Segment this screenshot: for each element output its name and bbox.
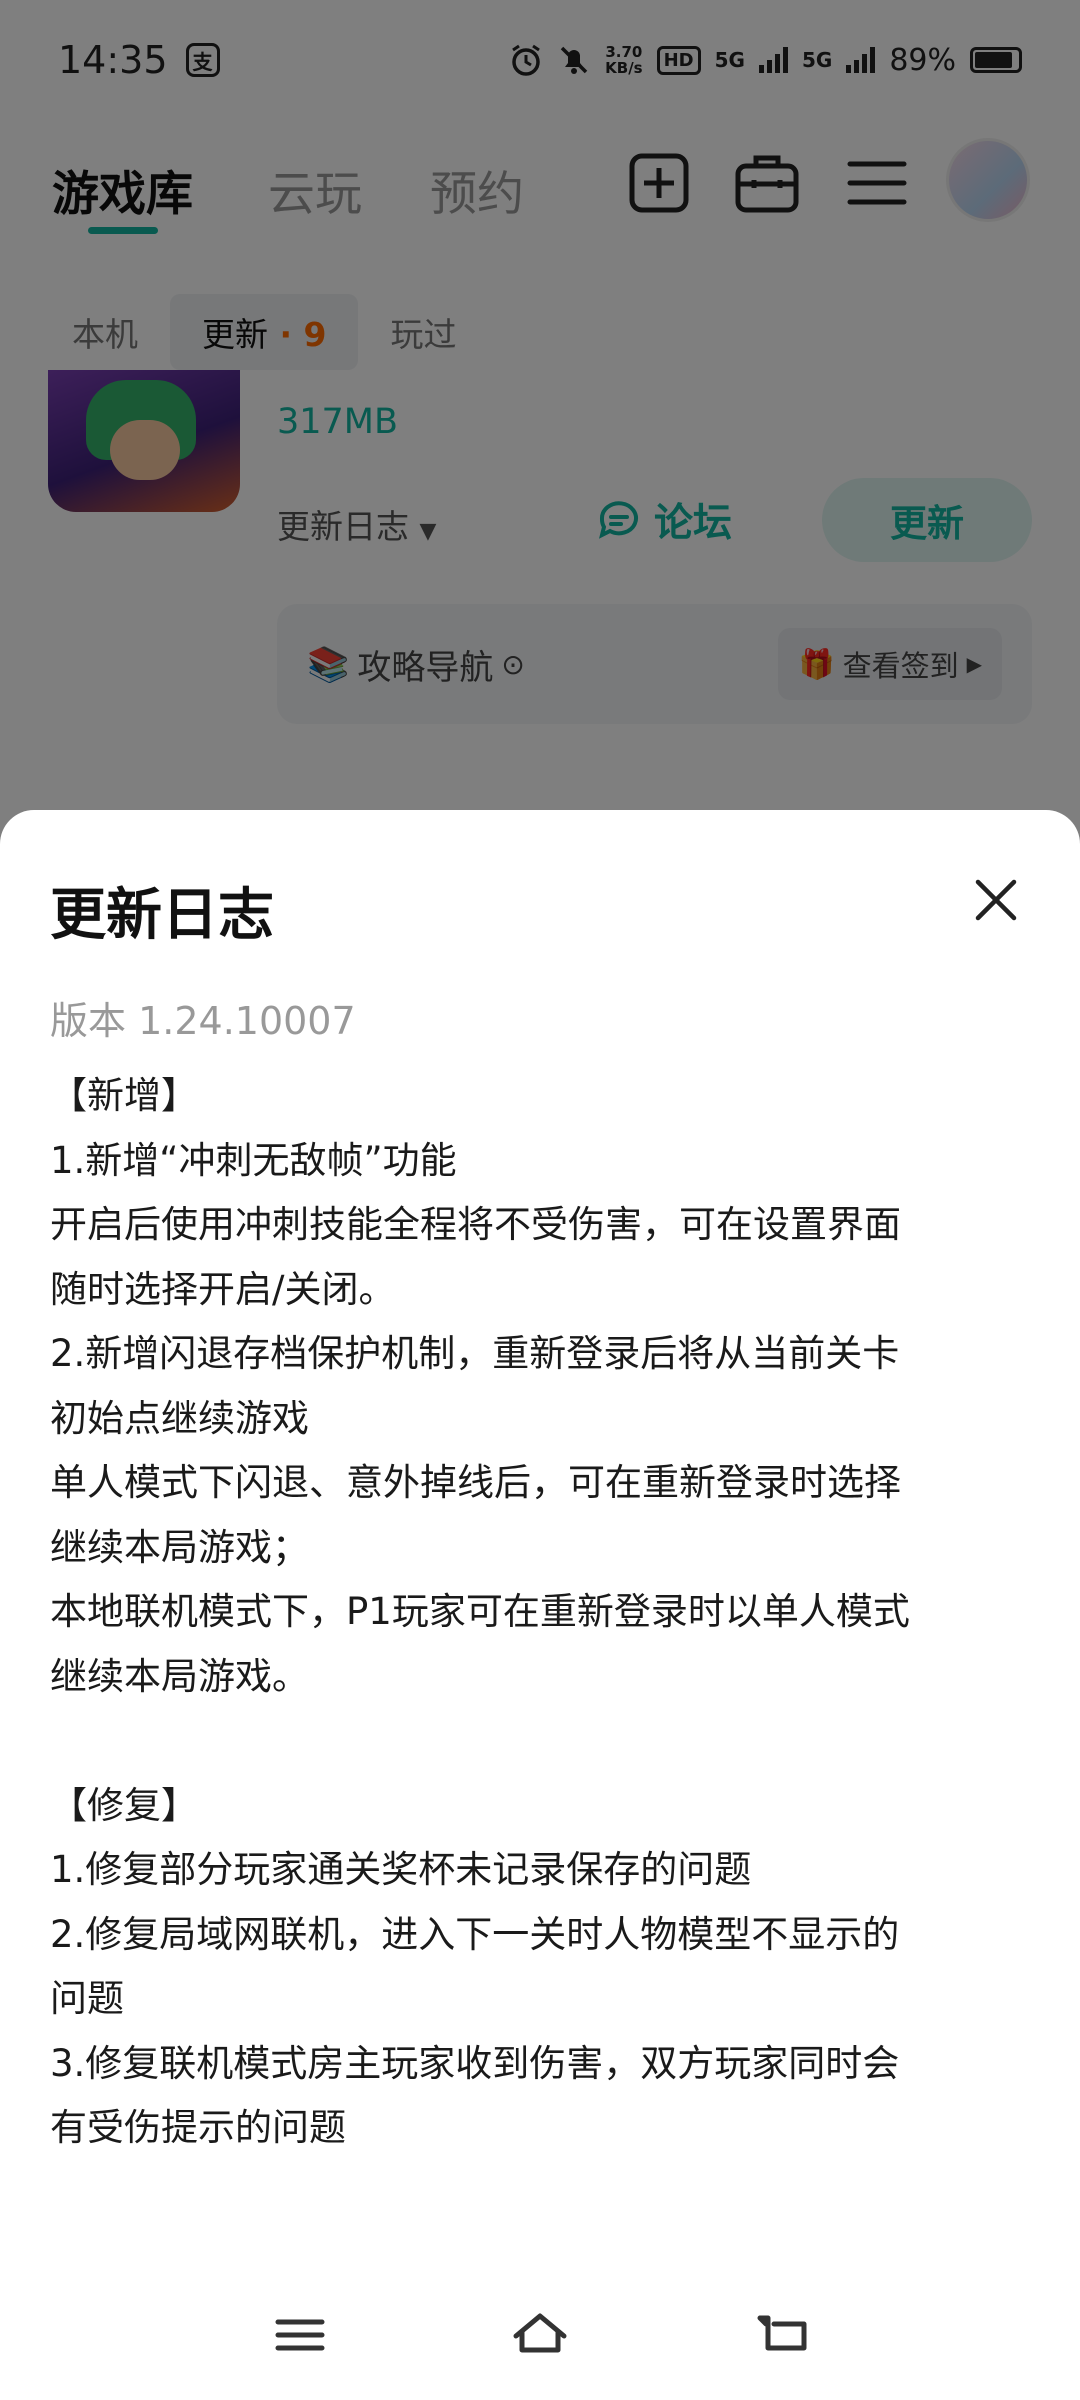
home-icon[interactable] — [510, 2310, 570, 2360]
changelog-line: 单人模式下闪退、意外掉线后，可在重新登录时选择 — [50, 1461, 901, 1504]
changelog-notes: 【新增】 1.新增“冲刺无敌帧”功能开启后使用冲刺技能全程将不受伤害，可在设置界面… — [50, 1064, 1040, 2161]
changelog-line: 【新增】 — [50, 1074, 198, 1117]
changelog-line: 开启后使用冲刺技能全程将不受伤害，可在设置界面 — [50, 1203, 901, 1246]
changelog-line: 有受伤提示的问题 — [50, 2106, 346, 2149]
changelog-line: 继续本局游戏； — [50, 1525, 309, 1569]
changelog-line: 本地联机模式下，P1玩家可在重新登录时以单人模式 — [50, 1590, 910, 1633]
version-text: 版本 1.24.10007 — [50, 999, 356, 1043]
close-icon[interactable] — [966, 870, 1026, 930]
changelog-line: 【修复】 — [50, 1783, 198, 1827]
changelog-sheet: 更新日志 版本 1.24.10007 【新增】 1.新增“冲刺无敌帧”功能开启后使… — [0, 810, 1080, 2400]
changelog-line: 初始点继续游戏 — [50, 1396, 309, 1440]
system-nav-bar — [0, 2290, 1080, 2380]
changelog-line: 1.修复部分玩家通关奖杯未记录保存的问题 — [50, 1848, 752, 1891]
changelog-line: 2.修复局域网联机，进入下一关时人物模型不显示的 — [50, 1912, 900, 1956]
back-icon[interactable] — [752, 2310, 812, 2360]
sheet-title: 更新日志 — [50, 883, 274, 948]
changelog-line: 2.新增闪退存档保护机制，重新登录后将从当前关卡 — [50, 1332, 900, 1375]
changelog-line: 继续本局游戏。 — [50, 1654, 309, 1698]
changelog-line — [50, 1709, 1040, 1774]
changelog-line: 1.新增“冲刺无敌帧”功能 — [50, 1138, 457, 1182]
changelog-line: 问题 — [50, 1977, 124, 2020]
changelog-line: 随时选择开启/关闭。 — [50, 1267, 396, 1311]
changelog-line: 3.修复联机模式房主玩家收到伤害，双方玩家同时会 — [50, 2041, 900, 2085]
recent-apps-menu-icon[interactable] — [270, 2310, 330, 2360]
screen: 14:35 支 3.70 KB/s HD 5G 5G 89% 游戏库 云玩 预约 — [0, 0, 1080, 2400]
